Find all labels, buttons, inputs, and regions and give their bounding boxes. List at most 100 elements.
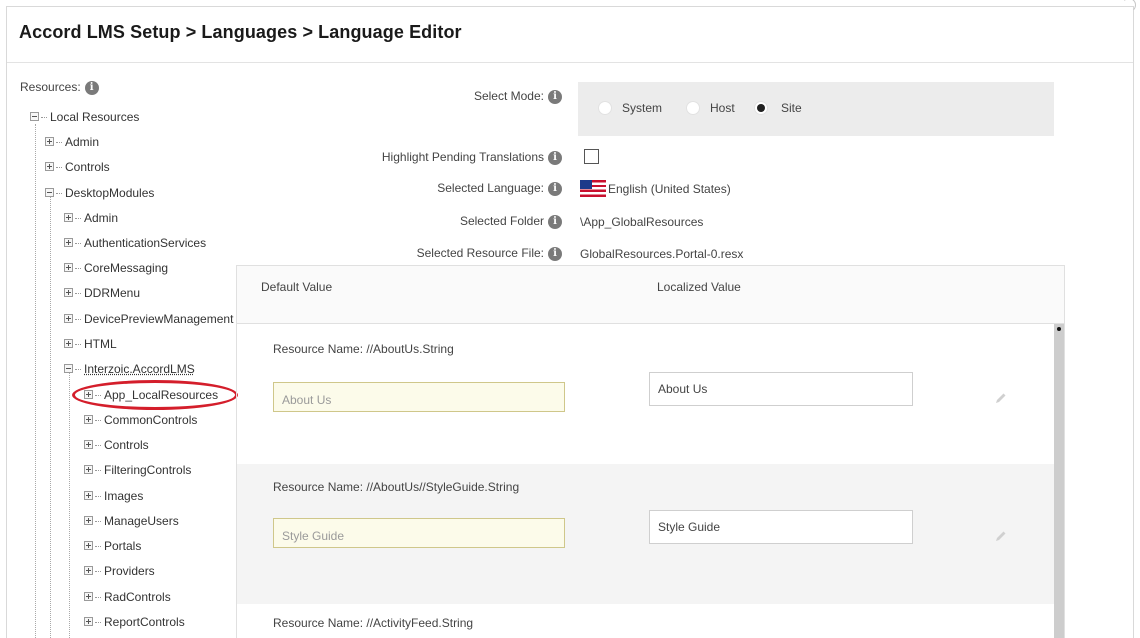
tree-guide-line <box>35 124 36 638</box>
expand-icon[interactable] <box>84 415 93 425</box>
expand-icon[interactable] <box>64 238 73 248</box>
grid-row: Resource Name: //AboutUs.String About Us… <box>237 324 1054 464</box>
tree-connector <box>95 496 101 498</box>
selected-folder-label: Selected Folder i <box>460 214 562 229</box>
tree-connector <box>95 546 101 548</box>
expand-icon[interactable] <box>64 314 73 324</box>
expand-icon[interactable] <box>84 617 93 627</box>
mode-label-system: System <box>622 101 663 115</box>
tree-node-label: ManageUsers <box>104 514 179 528</box>
selected-resource-file-label-text: Selected Resource File: <box>416 246 544 260</box>
mode-radio-host[interactable] <box>686 101 700 115</box>
title-divider <box>7 62 1133 63</box>
expand-icon[interactable] <box>45 137 54 147</box>
tree-node-controls[interactable]: Controls <box>45 159 110 175</box>
tree-node-admin[interactable]: Admin <box>45 134 99 150</box>
tree-connector <box>75 319 81 321</box>
collapse-icon[interactable] <box>30 112 39 122</box>
tree-node-label: ReportControls <box>104 615 185 629</box>
tree-node-label: HTML <box>84 337 117 351</box>
edit-pencil-icon[interactable] <box>995 530 1007 542</box>
translation-grid: Default Value Localized Value Resource N… <box>236 265 1065 638</box>
default-value-input[interactable]: About Us <box>273 382 565 412</box>
expand-icon[interactable] <box>84 440 93 450</box>
tree-connector <box>75 293 81 295</box>
expand-icon[interactable] <box>64 263 73 273</box>
tree-connector <box>95 622 101 624</box>
tree-node-ddrmenu[interactable]: DDRMenu <box>64 285 140 301</box>
mode-label-host: Host <box>710 101 735 115</box>
expand-icon[interactable] <box>45 162 54 172</box>
tree-node-controls[interactable]: Controls <box>84 437 149 453</box>
tree-node-html[interactable]: HTML <box>64 336 117 352</box>
highlight-pending-label-text: Highlight Pending Translations <box>381 150 544 164</box>
tree-node-images[interactable]: Images <box>84 488 143 504</box>
info-icon[interactable]: i <box>548 214 562 229</box>
expand-icon[interactable] <box>84 465 93 475</box>
info-icon[interactable]: i <box>84 80 99 95</box>
expand-icon[interactable] <box>84 566 93 576</box>
highlight-pending-checkbox[interactable] <box>584 149 599 164</box>
highlight-pending-label: Highlight Pending Translations i <box>382 150 562 165</box>
selected-resource-file-value: GlobalResources.Portal-0.resx <box>580 247 744 261</box>
tree-connector <box>56 193 62 195</box>
collapse-icon[interactable] <box>64 364 73 374</box>
expand-icon[interactable] <box>84 516 93 526</box>
edit-pencil-icon[interactable] <box>995 392 1007 404</box>
grid-scrollbar[interactable] <box>1054 324 1064 638</box>
expand-icon[interactable] <box>84 541 93 551</box>
tree-node-filteringcontrols[interactable]: FilteringControls <box>84 462 191 478</box>
info-icon[interactable]: i <box>548 150 562 165</box>
tree-connector <box>56 167 62 169</box>
tree-connector <box>95 571 101 573</box>
tree-node-providers[interactable]: Providers <box>84 563 155 579</box>
tree-node-interzoic-accordlms[interactable]: Interzoic.AccordLMS <box>64 361 195 377</box>
tree-node-label: DDRMenu <box>84 286 141 300</box>
tree-connector <box>75 243 81 245</box>
tree-node-commoncontrols[interactable]: CommonControls <box>84 412 197 428</box>
info-icon[interactable]: i <box>548 89 562 104</box>
tree-node-label: Controls <box>104 438 149 452</box>
tree-node-manageusers[interactable]: ManageUsers <box>84 513 179 529</box>
tree-node-desktopmodules[interactable]: DesktopModules <box>45 185 154 201</box>
collapse-icon[interactable] <box>45 188 54 198</box>
tree-connector <box>75 268 81 270</box>
info-icon[interactable]: i <box>548 181 562 196</box>
tree-connector <box>95 521 101 523</box>
resource-name: Resource Name: //AboutUs.String <box>273 342 454 356</box>
tree-node-portals[interactable]: Portals <box>84 538 141 554</box>
expand-icon[interactable] <box>84 592 93 602</box>
select-mode-label-text: Select Mode: <box>473 89 544 103</box>
selected-resource-file-label: Selected Resource File: i <box>417 246 562 261</box>
expand-icon[interactable] <box>64 213 73 223</box>
tree-node-label: RadControls <box>104 590 171 604</box>
tree-node-authenticationservices[interactable]: AuthenticationServices <box>64 235 206 251</box>
tree-node-coremessaging[interactable]: CoreMessaging <box>64 260 168 276</box>
tree-node-radcontrols[interactable]: RadControls <box>84 589 171 605</box>
expand-icon[interactable] <box>64 288 73 298</box>
tree-guide-line <box>69 373 70 638</box>
localized-value-input[interactable]: About Us <box>649 372 913 406</box>
grid-row: Resource Name: //AboutUs//StyleGuide.Str… <box>237 464 1054 604</box>
tree-node-reportcontrols[interactable]: ReportControls <box>84 614 185 630</box>
tree-node-label: AuthenticationServices <box>84 236 207 250</box>
tree-node-label: Portals <box>104 539 142 553</box>
info-icon[interactable]: i <box>548 246 562 261</box>
mode-radio-system[interactable] <box>598 101 612 115</box>
expand-icon[interactable] <box>84 491 93 501</box>
tree-node-local-resources[interactable]: Local Resources <box>30 109 139 125</box>
localized-value-input[interactable]: Style Guide <box>649 510 913 544</box>
expand-icon[interactable] <box>64 339 73 349</box>
page-title: Accord LMS Setup > Languages > Language … <box>19 22 462 42</box>
tree-guide-line <box>50 197 51 638</box>
tree-node-devicepreviewmanagement[interactable]: DevicePreviewManagement <box>64 311 233 327</box>
default-value-input[interactable]: Style Guide <box>273 518 565 548</box>
mode-radio-site[interactable] <box>754 101 768 115</box>
tree-connector <box>75 344 81 346</box>
highlight-annotation-ring <box>72 380 238 410</box>
tree-node-label: CoreMessaging <box>84 261 169 275</box>
tree-connector <box>95 597 101 599</box>
tree-connector <box>75 218 81 220</box>
tree-node-label: Local Resources <box>50 110 140 124</box>
tree-node-admin[interactable]: Admin <box>64 210 118 226</box>
